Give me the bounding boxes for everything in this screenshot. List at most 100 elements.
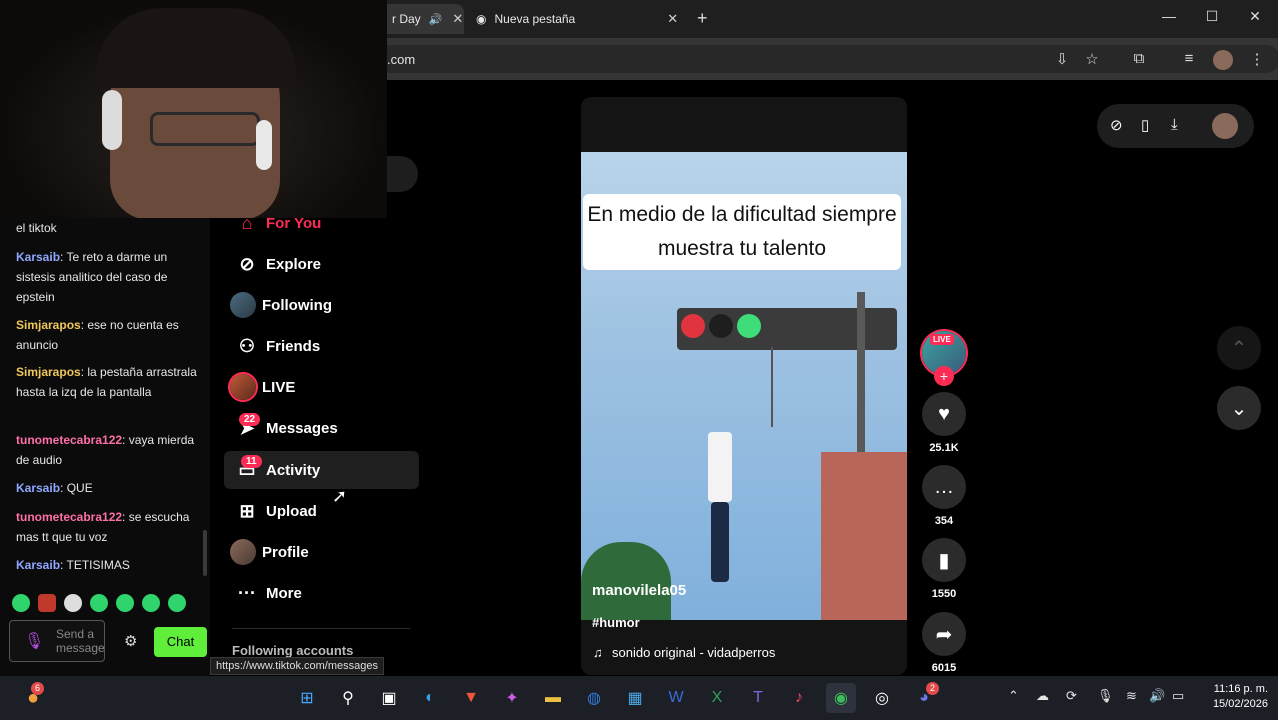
chat-placeholder: Send a message: [56, 627, 105, 655]
menu-kebab-icon[interactable]: ⋮: [1246, 50, 1268, 68]
sidebar-item-explore[interactable]: ⊘ Explore: [224, 245, 419, 283]
sync-icon[interactable]: ⟳: [1066, 688, 1077, 704]
comment-action[interactable]: … 354: [922, 465, 966, 527]
share-action[interactable]: ➦ 6015: [922, 612, 966, 674]
chat-username[interactable]: tunometecabra122: [16, 433, 122, 447]
copilot-icon[interactable]: ✦: [497, 683, 527, 713]
chat-message: Karsaib: TETISIMAS: [16, 555, 198, 575]
music-app-icon[interactable]: ♪: [784, 683, 814, 713]
next-video-button[interactable]: ⌄: [1217, 386, 1261, 430]
previous-video-button[interactable]: ⌃: [1217, 326, 1261, 370]
excel-icon[interactable]: X: [702, 683, 732, 713]
emote-icon[interactable]: [12, 594, 30, 612]
emote-icon[interactable]: [142, 594, 160, 612]
tray-overflow-icon[interactable]: ⌃: [1008, 688, 1019, 704]
sidebar-item-label: More: [266, 584, 302, 602]
chat-scrollbar[interactable]: [203, 530, 207, 576]
search-icon[interactable]: ⚲: [333, 683, 363, 713]
sidebar-divider: [232, 628, 410, 629]
close-tab-icon[interactable]: ✕: [667, 11, 678, 27]
following-accounts-title: Following accounts: [232, 643, 354, 658]
heart-icon[interactable]: ♥: [922, 392, 966, 436]
minimize-icon[interactable]: —: [1157, 8, 1181, 24]
bookmark-icon[interactable]: ▮: [922, 538, 966, 582]
more-dots-icon: ···: [238, 582, 256, 603]
widget-notification-badge: 6: [31, 682, 44, 695]
onedrive-icon[interactable]: ☁: [1036, 688, 1049, 704]
edge-icon[interactable]: ◐: [415, 683, 445, 713]
share-icon[interactable]: ➦: [922, 612, 966, 656]
emote-icon[interactable]: [38, 594, 56, 612]
sidebar-item-profile[interactable]: Profile: [224, 533, 419, 571]
outlook-icon[interactable]: ◍: [579, 683, 609, 713]
link-status-bar: https://www.tiktok.com/messages: [210, 657, 384, 675]
emote-icon[interactable]: [90, 594, 108, 612]
sidebar-item-following[interactable]: Following: [224, 286, 419, 324]
obs-icon[interactable]: ◎: [867, 683, 897, 713]
yellow-light: [709, 314, 733, 338]
follow-plus-icon[interactable]: +: [934, 366, 954, 386]
chat-message: Simjarapos: la pestaña arrastrala hasta …: [16, 362, 198, 402]
word-icon[interactable]: W: [661, 683, 691, 713]
chat-message-text: : QUE: [60, 481, 93, 495]
clock-time: 11:16 p. m.: [1213, 683, 1268, 695]
maximize-icon[interactable]: ☐: [1200, 8, 1224, 25]
media-control-icon[interactable]: ≡: [1178, 50, 1200, 67]
volume-icon[interactable]: 🔊: [1149, 688, 1165, 704]
sidebar-item-label: Following: [262, 296, 332, 314]
wifi-icon[interactable]: ≋: [1126, 688, 1137, 704]
chat-username[interactable]: Simjarapos: [16, 365, 81, 379]
sidebar-item-friends[interactable]: ⚇ Friends: [224, 327, 419, 365]
user-avatar[interactable]: [1212, 113, 1238, 139]
emote-icon[interactable]: [168, 594, 186, 612]
new-tab-button[interactable]: +: [697, 8, 708, 29]
tab-new[interactable]: ◉ Nueva pestaña ✕: [476, 4, 686, 34]
video-sound[interactable]: sonido original - vidadperros: [612, 645, 775, 660]
sidebar-item-live[interactable]: LIVE: [224, 368, 419, 406]
comment-icon[interactable]: …: [922, 465, 966, 509]
chrome-taskbar-icon[interactable]: ◉: [826, 683, 856, 713]
file-explorer-icon[interactable]: ▬: [538, 683, 568, 713]
download-icon[interactable]: ⤓: [1171, 116, 1178, 133]
chat-username[interactable]: Simjarapos: [16, 318, 81, 332]
video-hashtag[interactable]: #humor: [592, 615, 640, 630]
tab-label: r Day: [392, 12, 421, 26]
install-app-icon[interactable]: ⇩: [1051, 50, 1073, 68]
share-count: 6015: [931, 662, 957, 674]
like-action[interactable]: ♥ 25.1K: [922, 392, 966, 454]
task-view-icon[interactable]: ▣: [374, 683, 404, 713]
chat-message: Karsaib: QUE: [16, 478, 198, 498]
system-clock[interactable]: 11:16 p. m. 15/02/2026: [1198, 682, 1268, 712]
battery-icon[interactable]: ▭: [1172, 688, 1184, 704]
phone-icon[interactable]: ▯: [1141, 116, 1149, 134]
windows-start-icon[interactable]: ⊞: [292, 683, 322, 713]
video-username[interactable]: manovilela05: [592, 582, 686, 599]
close-window-icon[interactable]: ✕: [1243, 8, 1267, 25]
teams-icon[interactable]: T: [743, 683, 773, 713]
close-tab-icon[interactable]: ✕: [452, 11, 463, 27]
headphones-left: [102, 90, 122, 150]
chat-send-button[interactable]: Chat: [154, 627, 207, 657]
bookmark-star-icon[interactable]: ☆: [1081, 50, 1103, 68]
chat-username[interactable]: Karsaib: [16, 481, 60, 495]
emote-icon[interactable]: [116, 594, 134, 612]
chat-username[interactable]: Karsaib: [16, 250, 60, 264]
save-action[interactable]: ▮ 1550: [922, 538, 966, 600]
tray-mic-icon[interactable]: 🎙: [1097, 688, 1114, 704]
extensions-icon[interactable]: ⧉: [1128, 50, 1150, 67]
sidebar-item-messages[interactable]: ➤ Messages 22: [224, 409, 419, 447]
sidebar-item-more[interactable]: ··· More: [224, 574, 419, 612]
sidebar-item-upload[interactable]: ⊞ Upload: [224, 492, 419, 530]
building: [821, 452, 907, 620]
sidebar-item-activity[interactable]: ▭ Activity 11: [224, 451, 419, 489]
store-icon[interactable]: ▦: [620, 683, 650, 713]
brave-icon[interactable]: ▼: [456, 683, 486, 713]
chat-username[interactable]: Karsaib: [16, 558, 60, 572]
emote-icon[interactable]: [64, 594, 82, 612]
webcam-overlay: [0, 0, 387, 218]
chat-username[interactable]: tunometecabra122: [16, 510, 122, 524]
microphone-icon[interactable]: 🎙: [24, 631, 44, 651]
coin-icon[interactable]: ⊘: [1110, 116, 1123, 134]
settings-gear-icon[interactable]: ⚙: [124, 632, 137, 650]
profile-avatar[interactable]: [1213, 50, 1233, 70]
